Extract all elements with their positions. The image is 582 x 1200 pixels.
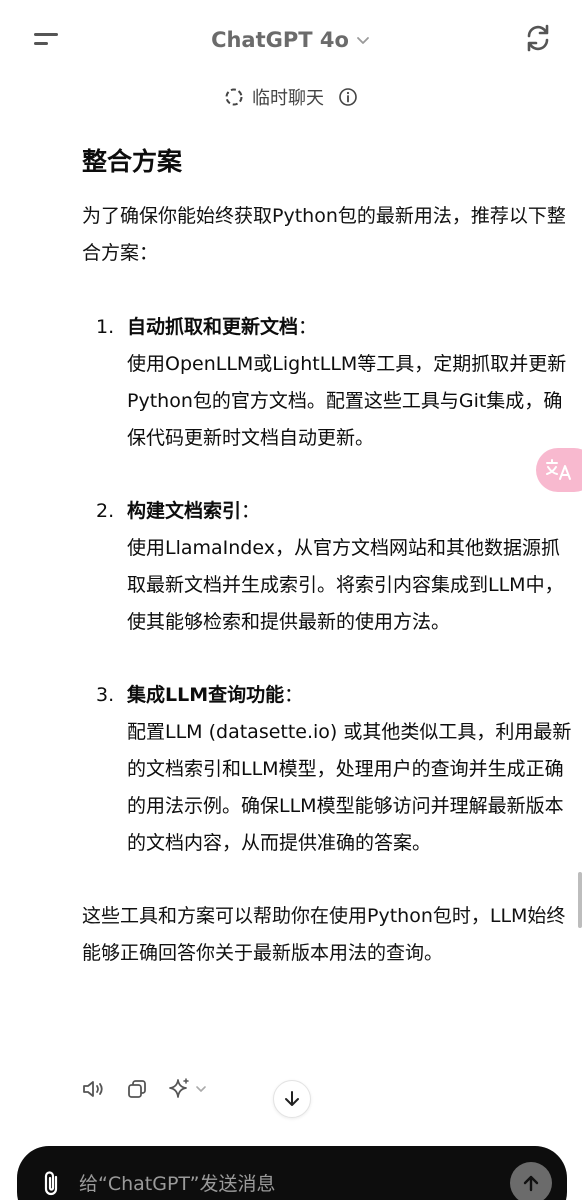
intro-paragraph: 为了确保你能始终获取Python包的最新用法，推荐以下整合方案： bbox=[82, 205, 566, 264]
message-input[interactable] bbox=[79, 1164, 479, 1200]
message-composer bbox=[17, 1146, 567, 1200]
list-item-body: 配置LLM (datasette.io) 或其他类似工具，利用最新的文档索引和L… bbox=[127, 721, 572, 854]
refresh-icon[interactable] bbox=[522, 22, 554, 54]
steps-list: 1. 自动抓取和更新文档： 使用OpenLLM或LightLLM等工具，定期抓取… bbox=[82, 309, 572, 862]
chevron-down-icon bbox=[196, 1086, 206, 1092]
arrow-down-icon bbox=[285, 1091, 299, 1106]
sparkle-icon bbox=[169, 1078, 189, 1098]
regenerate-button[interactable] bbox=[168, 1077, 208, 1101]
model-name: ChatGPT 4o bbox=[211, 28, 349, 52]
list-item-title: 集成LLM查询功能 bbox=[127, 684, 285, 706]
list-number: 1. bbox=[96, 316, 115, 338]
list-item-title: 构建文档索引 bbox=[127, 500, 242, 522]
copy-icon[interactable] bbox=[124, 1076, 150, 1102]
outro-paragraph: 这些工具和方案可以帮助你在使用Python包时，LLM始终能够正确回答你关于最新… bbox=[82, 905, 566, 964]
dashed-circle-icon bbox=[225, 88, 243, 106]
list-item-colon: ： bbox=[284, 684, 304, 706]
translate-button[interactable] bbox=[536, 448, 582, 492]
list-item-title: 自动抓取和更新文档 bbox=[127, 316, 299, 338]
assistant-message: 整合方案 为了确保你能始终获取Python包的最新用法，推荐以下整合方案： 1.… bbox=[82, 140, 572, 972]
list-number: 3. bbox=[96, 684, 115, 706]
model-selector[interactable]: ChatGPT 4o bbox=[211, 28, 371, 52]
chat-page: ChatGPT 4o 临时聊天 整合方案 为了确保你能始终获取Python包的最… bbox=[0, 0, 582, 1200]
info-icon[interactable] bbox=[338, 87, 358, 107]
temporary-chat-label: 临时聊天 bbox=[252, 88, 324, 109]
paperclip-icon[interactable] bbox=[39, 1168, 65, 1198]
speaker-icon[interactable] bbox=[80, 1076, 106, 1102]
chevron-down-icon bbox=[357, 37, 369, 44]
send-button[interactable] bbox=[510, 1162, 552, 1200]
list-item-colon: ： bbox=[241, 500, 261, 522]
list-item: 1. 自动抓取和更新文档： 使用OpenLLM或LightLLM等工具，定期抓取… bbox=[82, 309, 572, 457]
section-heading: 整合方案 bbox=[82, 147, 183, 176]
scroll-to-bottom-button[interactable] bbox=[273, 1080, 311, 1118]
list-item: 2. 构建文档索引： 使用LlamaIndex，从官方文档网站和其他数据源抓取最… bbox=[82, 493, 572, 641]
list-item: 3. 集成LLM查询功能： 配置LLM (datasette.io) 或其他类似… bbox=[82, 677, 572, 862]
temporary-chat-indicator: 临时聊天 bbox=[224, 84, 358, 110]
list-item-colon: ： bbox=[298, 316, 318, 338]
list-item-body: 使用OpenLLM或LightLLM等工具，定期抓取并更新Python包的官方文… bbox=[127, 353, 567, 449]
scrollbar-thumb[interactable] bbox=[578, 872, 582, 928]
list-number: 2. bbox=[96, 500, 115, 522]
top-bar: ChatGPT 4o bbox=[0, 0, 582, 80]
menu-icon[interactable] bbox=[30, 28, 64, 56]
arrow-up-icon bbox=[523, 1175, 539, 1192]
message-actions bbox=[80, 1076, 208, 1102]
list-item-body: 使用LlamaIndex，从官方文档网站和其他数据源抓取最新文档并生成索引。将索… bbox=[127, 537, 564, 633]
translate-icon bbox=[546, 459, 571, 480]
